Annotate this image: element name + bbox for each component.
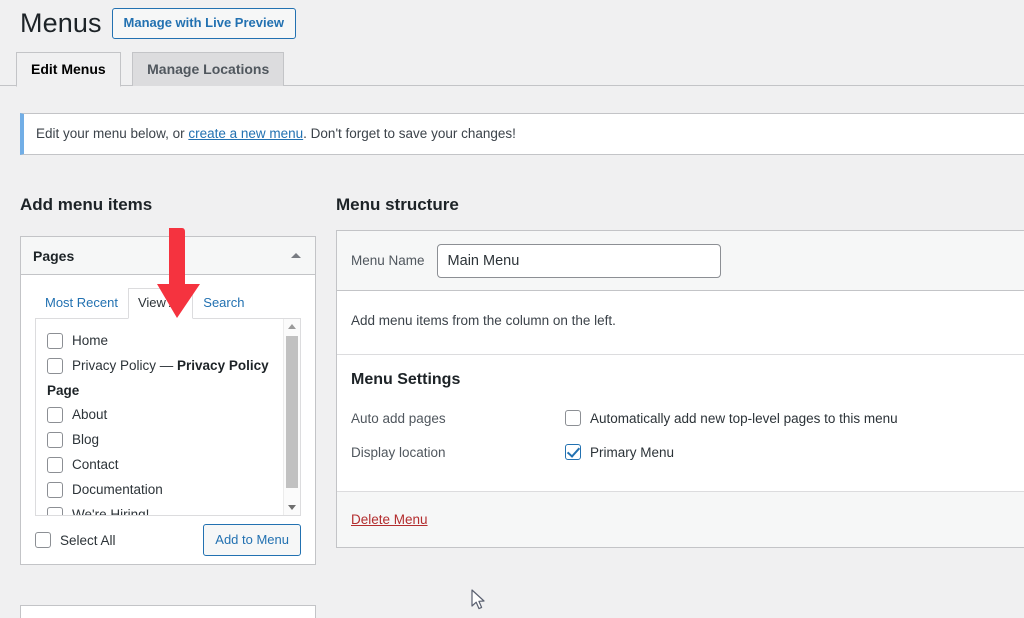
tab-edit-menus[interactable]: Edit Menus <box>16 52 121 87</box>
mouse-pointer-icon <box>471 589 485 610</box>
checkbox-were-hiring[interactable] <box>47 506 63 515</box>
pages-panel-footer: Select All Add to Menu <box>21 516 315 564</box>
display-location-label: Display location <box>351 444 446 460</box>
list-item[interactable]: About <box>36 402 300 427</box>
pages-panel: Pages Most Recent View All Search Home P… <box>20 236 316 565</box>
add-to-menu-button[interactable]: Add to Menu <box>203 523 301 557</box>
list-group-label-page: Page <box>47 382 80 398</box>
menu-name-label: Menu Name <box>351 253 425 268</box>
menu-settings-title: Menu Settings <box>351 371 461 388</box>
add-menu-items-heading: Add menu items <box>20 195 153 214</box>
auto-add-pages-option-label: Automatically add new top-level pages to… <box>590 410 898 426</box>
list-item-label-bold: Privacy Policy <box>177 358 269 373</box>
setting-row-display-location: Display location Primary Menu <box>351 437 1024 467</box>
inner-tab-most-recent[interactable]: Most Recent <box>35 288 128 318</box>
manage-with-live-preview-button[interactable]: Manage with Live Preview <box>111 7 296 40</box>
pages-list: Home Privacy Policy — Privacy Policy Pag… <box>36 319 300 516</box>
display-location-option-label: Primary Menu <box>590 444 675 460</box>
menu-settings-section: Menu Settings Auto add pages Automatical… <box>337 354 1024 491</box>
scrollbar-thumb[interactable] <box>286 336 298 488</box>
list-item-label-text: Privacy Policy — <box>72 358 178 373</box>
page-header: Menus Manage with Live Preview <box>20 6 296 41</box>
tab-manage-locations[interactable]: Manage Locations <box>132 52 285 86</box>
secondary-panel-collapsed[interactable] <box>20 605 316 618</box>
auto-add-pages-control[interactable]: Automatically add new top-level pages to… <box>565 410 898 426</box>
select-all-control[interactable]: Select All <box>35 532 116 548</box>
list-item-label: Privacy Policy — Privacy Policy <box>72 358 269 373</box>
checkbox-auto-add-pages[interactable] <box>565 410 581 426</box>
chevron-up-icon[interactable] <box>291 253 301 258</box>
pages-inner-tabs: Most Recent View All Search <box>35 287 301 319</box>
list-item-label: Documentation <box>72 482 163 497</box>
menu-structure-heading: Menu structure <box>336 195 459 214</box>
checkbox-primary-menu[interactable] <box>565 444 581 460</box>
page-title: Menus <box>20 8 102 38</box>
checkbox-privacy-policy[interactable] <box>47 357 63 374</box>
checkbox-documentation[interactable] <box>47 481 63 498</box>
scroll-up-button[interactable] <box>284 319 300 334</box>
auto-add-pages-label: Auto add pages <box>351 410 446 426</box>
display-location-control[interactable]: Primary Menu <box>565 444 674 460</box>
list-item-label: Home <box>72 333 109 348</box>
caret-down-icon <box>288 505 296 510</box>
notice-text: Edit your menu below, or create a new me… <box>36 124 516 144</box>
list-item-label: About <box>72 407 108 422</box>
menu-name-row: Menu Name <box>337 231 1024 291</box>
setting-row-auto-add-pages: Auto add pages Automatically add new top… <box>351 403 1024 433</box>
checkbox-about[interactable] <box>47 406 63 423</box>
pages-panel-header[interactable]: Pages <box>21 237 315 275</box>
pages-list-scrollbar[interactable] <box>283 319 300 515</box>
nav-tab-bar: Edit Menus Manage Locations <box>0 52 1024 87</box>
notice-text-after: . Don't forget to save your changes! <box>303 125 516 141</box>
list-item[interactable]: Blog <box>36 427 300 452</box>
pages-panel-body: Most Recent View All Search Home Privacy… <box>21 275 315 516</box>
select-all-label: Select All <box>60 532 116 548</box>
notice-text-before: Edit your menu below, or <box>36 125 189 141</box>
menu-name-input[interactable] <box>436 243 721 278</box>
list-item[interactable]: Privacy Policy — Privacy Policy <box>36 353 300 378</box>
caret-up-icon <box>288 324 296 329</box>
menu-structure-panel: Menu Name Add menu items from the column… <box>336 230 1024 548</box>
checkbox-select-all[interactable] <box>35 532 51 548</box>
notice-bar: Edit your menu below, or create a new me… <box>20 113 1024 155</box>
checkbox-contact[interactable] <box>47 456 63 473</box>
list-item-label: We're Hiring! <box>72 507 150 516</box>
list-item[interactable]: We're Hiring! <box>36 502 300 516</box>
list-item[interactable]: Documentation <box>36 477 300 502</box>
scroll-down-button[interactable] <box>284 500 300 515</box>
delete-menu-link[interactable]: Delete Menu <box>351 512 428 527</box>
pages-panel-title: Pages <box>33 247 75 264</box>
create-a-new-menu-link[interactable]: create a new menu <box>188 126 303 141</box>
list-item-label: Contact <box>72 457 119 472</box>
delete-menu-bar: Delete Menu <box>337 491 1024 547</box>
list-item[interactable]: Home <box>36 328 300 353</box>
list-item-label: Blog <box>72 432 100 447</box>
inner-tab-search[interactable]: Search <box>193 288 254 318</box>
wordpress-menus-screen: Menus Manage with Live Preview Edit Menu… <box>0 0 1024 618</box>
inner-tab-view-all[interactable]: View All <box>127 287 194 319</box>
menu-structure-hint: Add menu items from the column on the le… <box>337 291 1024 354</box>
checkbox-home[interactable] <box>47 332 63 349</box>
checkbox-blog[interactable] <box>47 431 63 448</box>
pages-list-container: Home Privacy Policy — Privacy Policy Pag… <box>35 319 301 516</box>
list-item[interactable]: Contact <box>36 452 300 477</box>
